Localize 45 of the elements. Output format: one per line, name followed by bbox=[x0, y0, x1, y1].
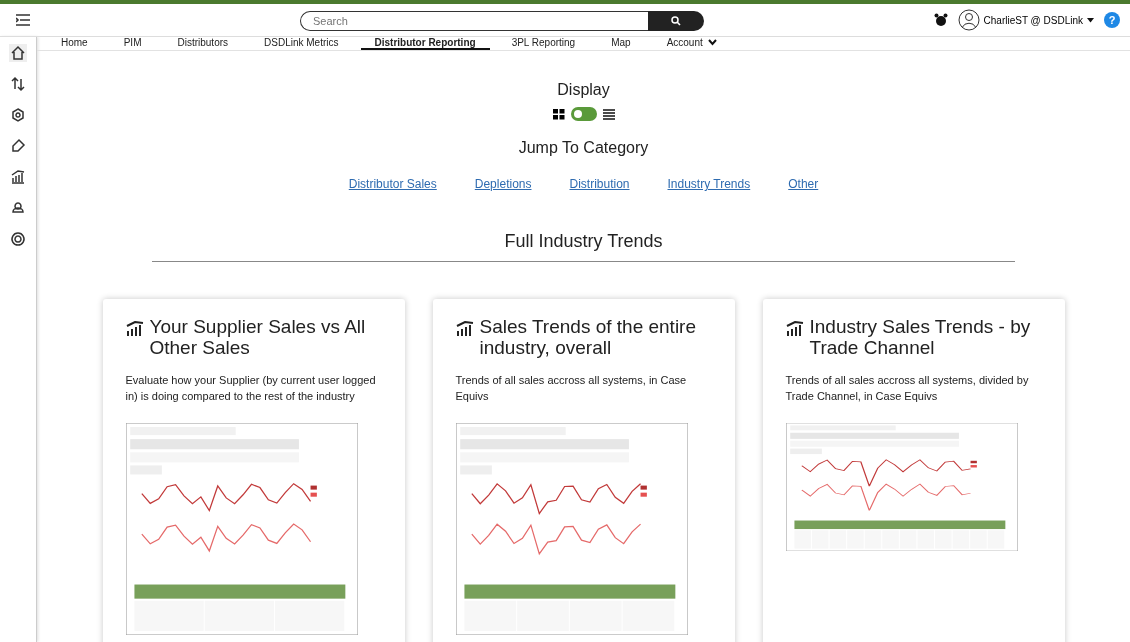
section-title: Full Industry Trends bbox=[504, 231, 663, 252]
search-icon bbox=[671, 16, 681, 26]
list-view-icon[interactable] bbox=[602, 108, 615, 120]
category-link[interactable]: Depletions bbox=[474, 177, 532, 191]
bar-chart-icon bbox=[455, 321, 476, 337]
card-title: Sales Trends of the entire industry, overall bbox=[479, 317, 697, 359]
card-title: Your Supplier Sales vs All Other Sales bbox=[149, 317, 367, 359]
menu-icon[interactable] bbox=[16, 14, 30, 26]
nav-tab[interactable]: Distributors bbox=[163, 37, 243, 50]
user-avatar-icon[interactable] bbox=[957, 9, 980, 31]
nav-tab[interactable]: Map bbox=[597, 37, 645, 50]
display-heading: Display bbox=[557, 81, 610, 99]
nav-tab[interactable]: Account bbox=[652, 37, 731, 50]
bar-chart-icon bbox=[785, 321, 806, 337]
search-button[interactable] bbox=[648, 11, 704, 31]
nav-tab[interactable]: Distributor Reporting bbox=[360, 37, 490, 50]
caret-icon bbox=[1087, 17, 1094, 23]
sidebar-ring-icon[interactable] bbox=[9, 230, 27, 248]
card-title: Industry Sales Trends - by Trade Channel bbox=[809, 317, 1032, 359]
category-link[interactable]: Distribution bbox=[569, 177, 630, 191]
sidebar-home-icon[interactable] bbox=[9, 44, 27, 62]
card-description: Evaluate how your Supplier (by current user logged in) is doing compared to the rest of the industry bbox=[125, 372, 377, 404]
report-card[interactable]: Sales Trends of the entire industry, overall Trends of all sales accross all systems, in Case Equivs bbox=[432, 299, 735, 642]
report-card[interactable]: Your Supplier Sales vs All Other Sales Evaluate how your Supplier (by current user logged in) is doing compared to the rest of the industry bbox=[102, 299, 405, 642]
sidebar-gear-icon[interactable] bbox=[9, 106, 27, 124]
view-toggle[interactable] bbox=[570, 107, 597, 121]
search-field[interactable]: Search bbox=[300, 11, 648, 31]
sidebar-arrows-icon[interactable] bbox=[9, 75, 27, 93]
nav-tab[interactable]: Home bbox=[47, 37, 102, 50]
card-description: Trends of all sales accross all systems, divided by Trade Channel, in Case Equivs bbox=[785, 372, 1030, 404]
nav-tab[interactable]: PIM bbox=[109, 37, 156, 50]
nav-tab[interactable]: DSDLink Metrics bbox=[250, 37, 353, 50]
category-link[interactable]: Industry Trends bbox=[667, 177, 751, 191]
jump-heading: Jump To Category bbox=[518, 139, 649, 157]
card-description: Trends of all sales accross all systems, in Case Equivs bbox=[455, 372, 688, 404]
category-link[interactable]: Distributor Sales bbox=[348, 177, 437, 191]
nav-tab[interactable]: 3PL Reporting bbox=[497, 37, 590, 50]
grid-view-icon[interactable] bbox=[552, 108, 565, 120]
category-link[interactable]: Other bbox=[788, 177, 819, 191]
sidebar-tag-icon[interactable] bbox=[9, 137, 27, 155]
sidebar-chart-icon[interactable] bbox=[9, 168, 27, 186]
user-menu[interactable]: CharlieST @ DSDLink bbox=[983, 14, 1094, 26]
help-button[interactable]: ? bbox=[1104, 12, 1120, 28]
bar-chart-icon bbox=[125, 321, 146, 337]
report-card[interactable]: Industry Sales Trends - by Trade Channel Trends of all sales accross all systems, divided by Trade Channel, in Case Equivs bbox=[762, 299, 1065, 642]
